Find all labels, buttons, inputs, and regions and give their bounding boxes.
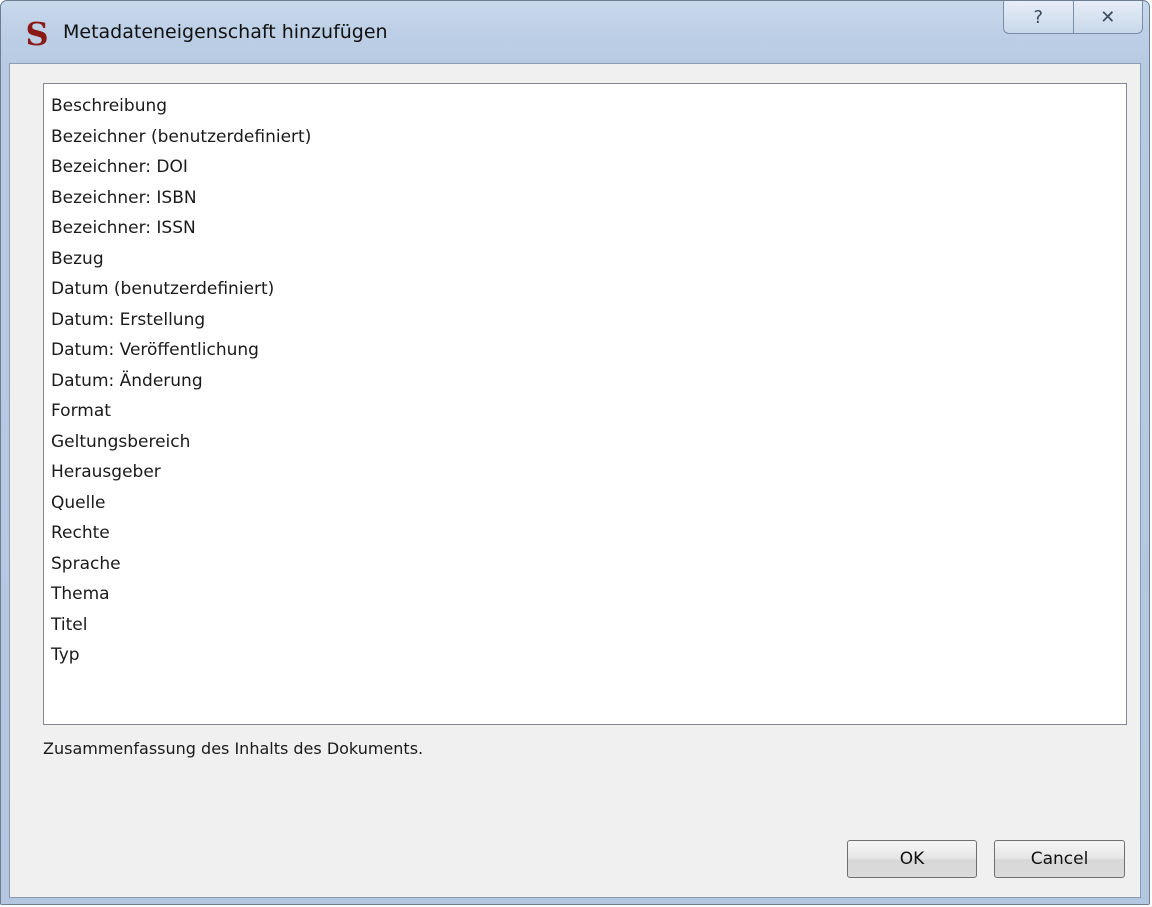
property-description: Zusammenfassung des Inhalts des Dokument… [43,739,424,758]
help-icon: ? [1033,6,1044,28]
list-item[interactable]: Datum: Änderung [51,366,1126,397]
title-bar[interactable]: S Metadateneigenschaft hinzufügen ? ✕ [1,1,1149,63]
dialog-window: S Metadateneigenschaft hinzufügen ? ✕ Be… [0,0,1150,905]
list-item[interactable]: Datum: Erstellung [51,305,1126,336]
list-item[interactable]: Herausgeber [51,457,1126,488]
list-item[interactable]: Datum (benutzerdefiniert) [51,274,1126,305]
list-item[interactable]: Bezeichner: ISBN [51,183,1126,214]
close-icon: ✕ [1100,6,1116,28]
list-item[interactable]: Typ [51,640,1126,671]
list-item[interactable]: Beschreibung [51,91,1126,122]
cancel-button[interactable]: Cancel [994,840,1125,878]
ok-button[interactable]: OK [847,840,977,878]
list-item[interactable]: Bezeichner: ISSN [51,213,1126,244]
dialog-body: Beschreibung Bezeichner (benutzerdefinier… [9,63,1141,898]
list-item[interactable]: Bezeichner: DOI [51,152,1126,183]
property-list[interactable]: Beschreibung Bezeichner (benutzerdefinier… [43,83,1127,725]
caption-buttons: ? ✕ [1003,1,1143,34]
help-button[interactable]: ? [1004,1,1073,33]
list-item[interactable]: Quelle [51,488,1126,519]
list-item[interactable]: Titel [51,610,1126,641]
list-item[interactable]: Thema [51,579,1126,610]
list-item[interactable]: Bezeichner (benutzerdefiniert) [51,122,1126,153]
app-logo-icon: S [25,15,49,53]
list-item[interactable]: Datum: Veröffentlichung [51,335,1126,366]
close-button[interactable]: ✕ [1072,1,1143,33]
list-item[interactable]: Format [51,396,1126,427]
list-item[interactable]: Bezug [51,244,1126,275]
list-item[interactable]: Rechte [51,518,1126,549]
list-item[interactable]: Geltungsbereich [51,427,1126,458]
list-item[interactable]: Sprache [51,549,1126,580]
dialog-title: Metadateneigenschaft hinzufügen [63,21,388,43]
